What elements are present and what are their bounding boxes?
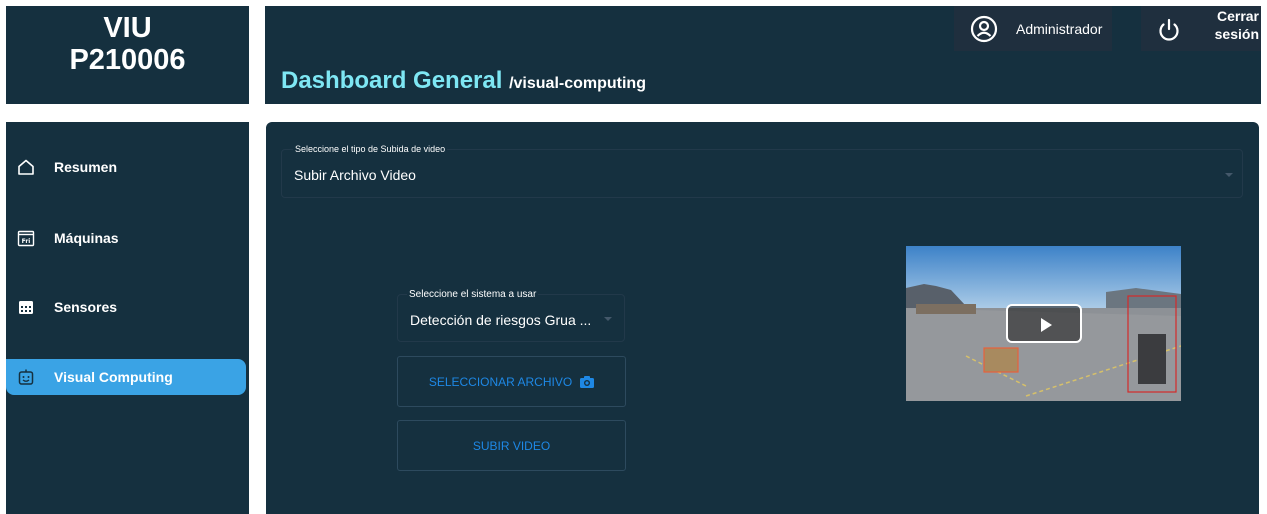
upload-type-value: Subir Archivo Video: [294, 167, 416, 183]
brand-box: VIU P210006: [6, 6, 249, 104]
upload-type-label: Seleccione el tipo de Subida de video: [293, 144, 448, 154]
chevron-down-icon: [1225, 173, 1233, 177]
main-panel: Seleccione el tipo de Subida de video Su…: [266, 122, 1259, 514]
calendar-grid-icon: [16, 297, 36, 317]
app-root: VIU P210006 Dashboard General /visual-co…: [0, 0, 1267, 514]
logout-label: Cerrar sesión: [1215, 7, 1259, 43]
system-select-label: Seleccione el sistema a usar: [407, 289, 539, 300]
calendar-fri-icon: Fri: [16, 228, 36, 248]
camera-icon: [580, 375, 595, 388]
upload-video-button[interactable]: SUBIR VIDEO: [397, 420, 626, 471]
play-button[interactable]: [1006, 304, 1082, 343]
upload-video-label: SUBIR VIDEO: [472, 438, 551, 453]
select-file-label: SELECCIONAR ARCHIVO: [428, 374, 573, 389]
svg-text:Fri: Fri: [22, 238, 31, 245]
user-label: Administrador: [1016, 20, 1103, 37]
user-menu-button[interactable]: Administrador: [954, 6, 1112, 51]
sidebar-item-visual-computing[interactable]: Visual Computing: [6, 359, 246, 395]
sidebar-item-maquinas[interactable]: Fri Máquinas: [6, 220, 246, 256]
sidebar-item-label: Sensores: [54, 299, 118, 315]
home-icon: [16, 157, 36, 177]
upload-type-select[interactable]: Seleccione el tipo de Subida de video Su…: [281, 144, 1243, 198]
video-preview[interactable]: [906, 246, 1181, 401]
logout-label-line-2: sesión: [1214, 26, 1259, 42]
system-select[interactable]: Seleccione el sistema a usar Detección d…: [397, 289, 625, 342]
brand-line-2: P210006: [69, 44, 186, 76]
header-bar: Dashboard General /visual-computing Admi…: [265, 6, 1261, 104]
sidebar-item-label: Resumen: [54, 159, 118, 175]
sidebar-item-label: Visual Computing: [54, 369, 173, 385]
page-path: /visual-computing: [509, 75, 646, 92]
sidebar-item-resumen[interactable]: Resumen: [6, 149, 246, 185]
select-file-button[interactable]: SELECCIONAR ARCHIVO: [397, 356, 626, 407]
power-icon: [1159, 18, 1179, 41]
chevron-down-icon: [604, 317, 612, 321]
page-title: Dashboard General /visual-computing: [281, 67, 646, 95]
brand-line-1: VIU: [103, 12, 152, 44]
sidebar-item-sensores[interactable]: Sensores: [6, 289, 246, 325]
logout-label-line-1: Cerrar: [1216, 8, 1259, 24]
robot-face-icon: [16, 367, 36, 387]
sidebar: Resumen Fri Máquinas Sensores Visual Com…: [6, 122, 249, 514]
page-title-text: Dashboard General: [281, 67, 503, 94]
layout-divider: [249, 6, 265, 514]
system-select-value: Detección de riesgos Grua ...: [410, 312, 592, 328]
logout-button[interactable]: Cerrar sesión: [1141, 6, 1261, 51]
sidebar-item-label: Máquinas: [54, 230, 119, 246]
user-circle-icon: [970, 15, 998, 42]
play-icon: [1041, 318, 1052, 332]
